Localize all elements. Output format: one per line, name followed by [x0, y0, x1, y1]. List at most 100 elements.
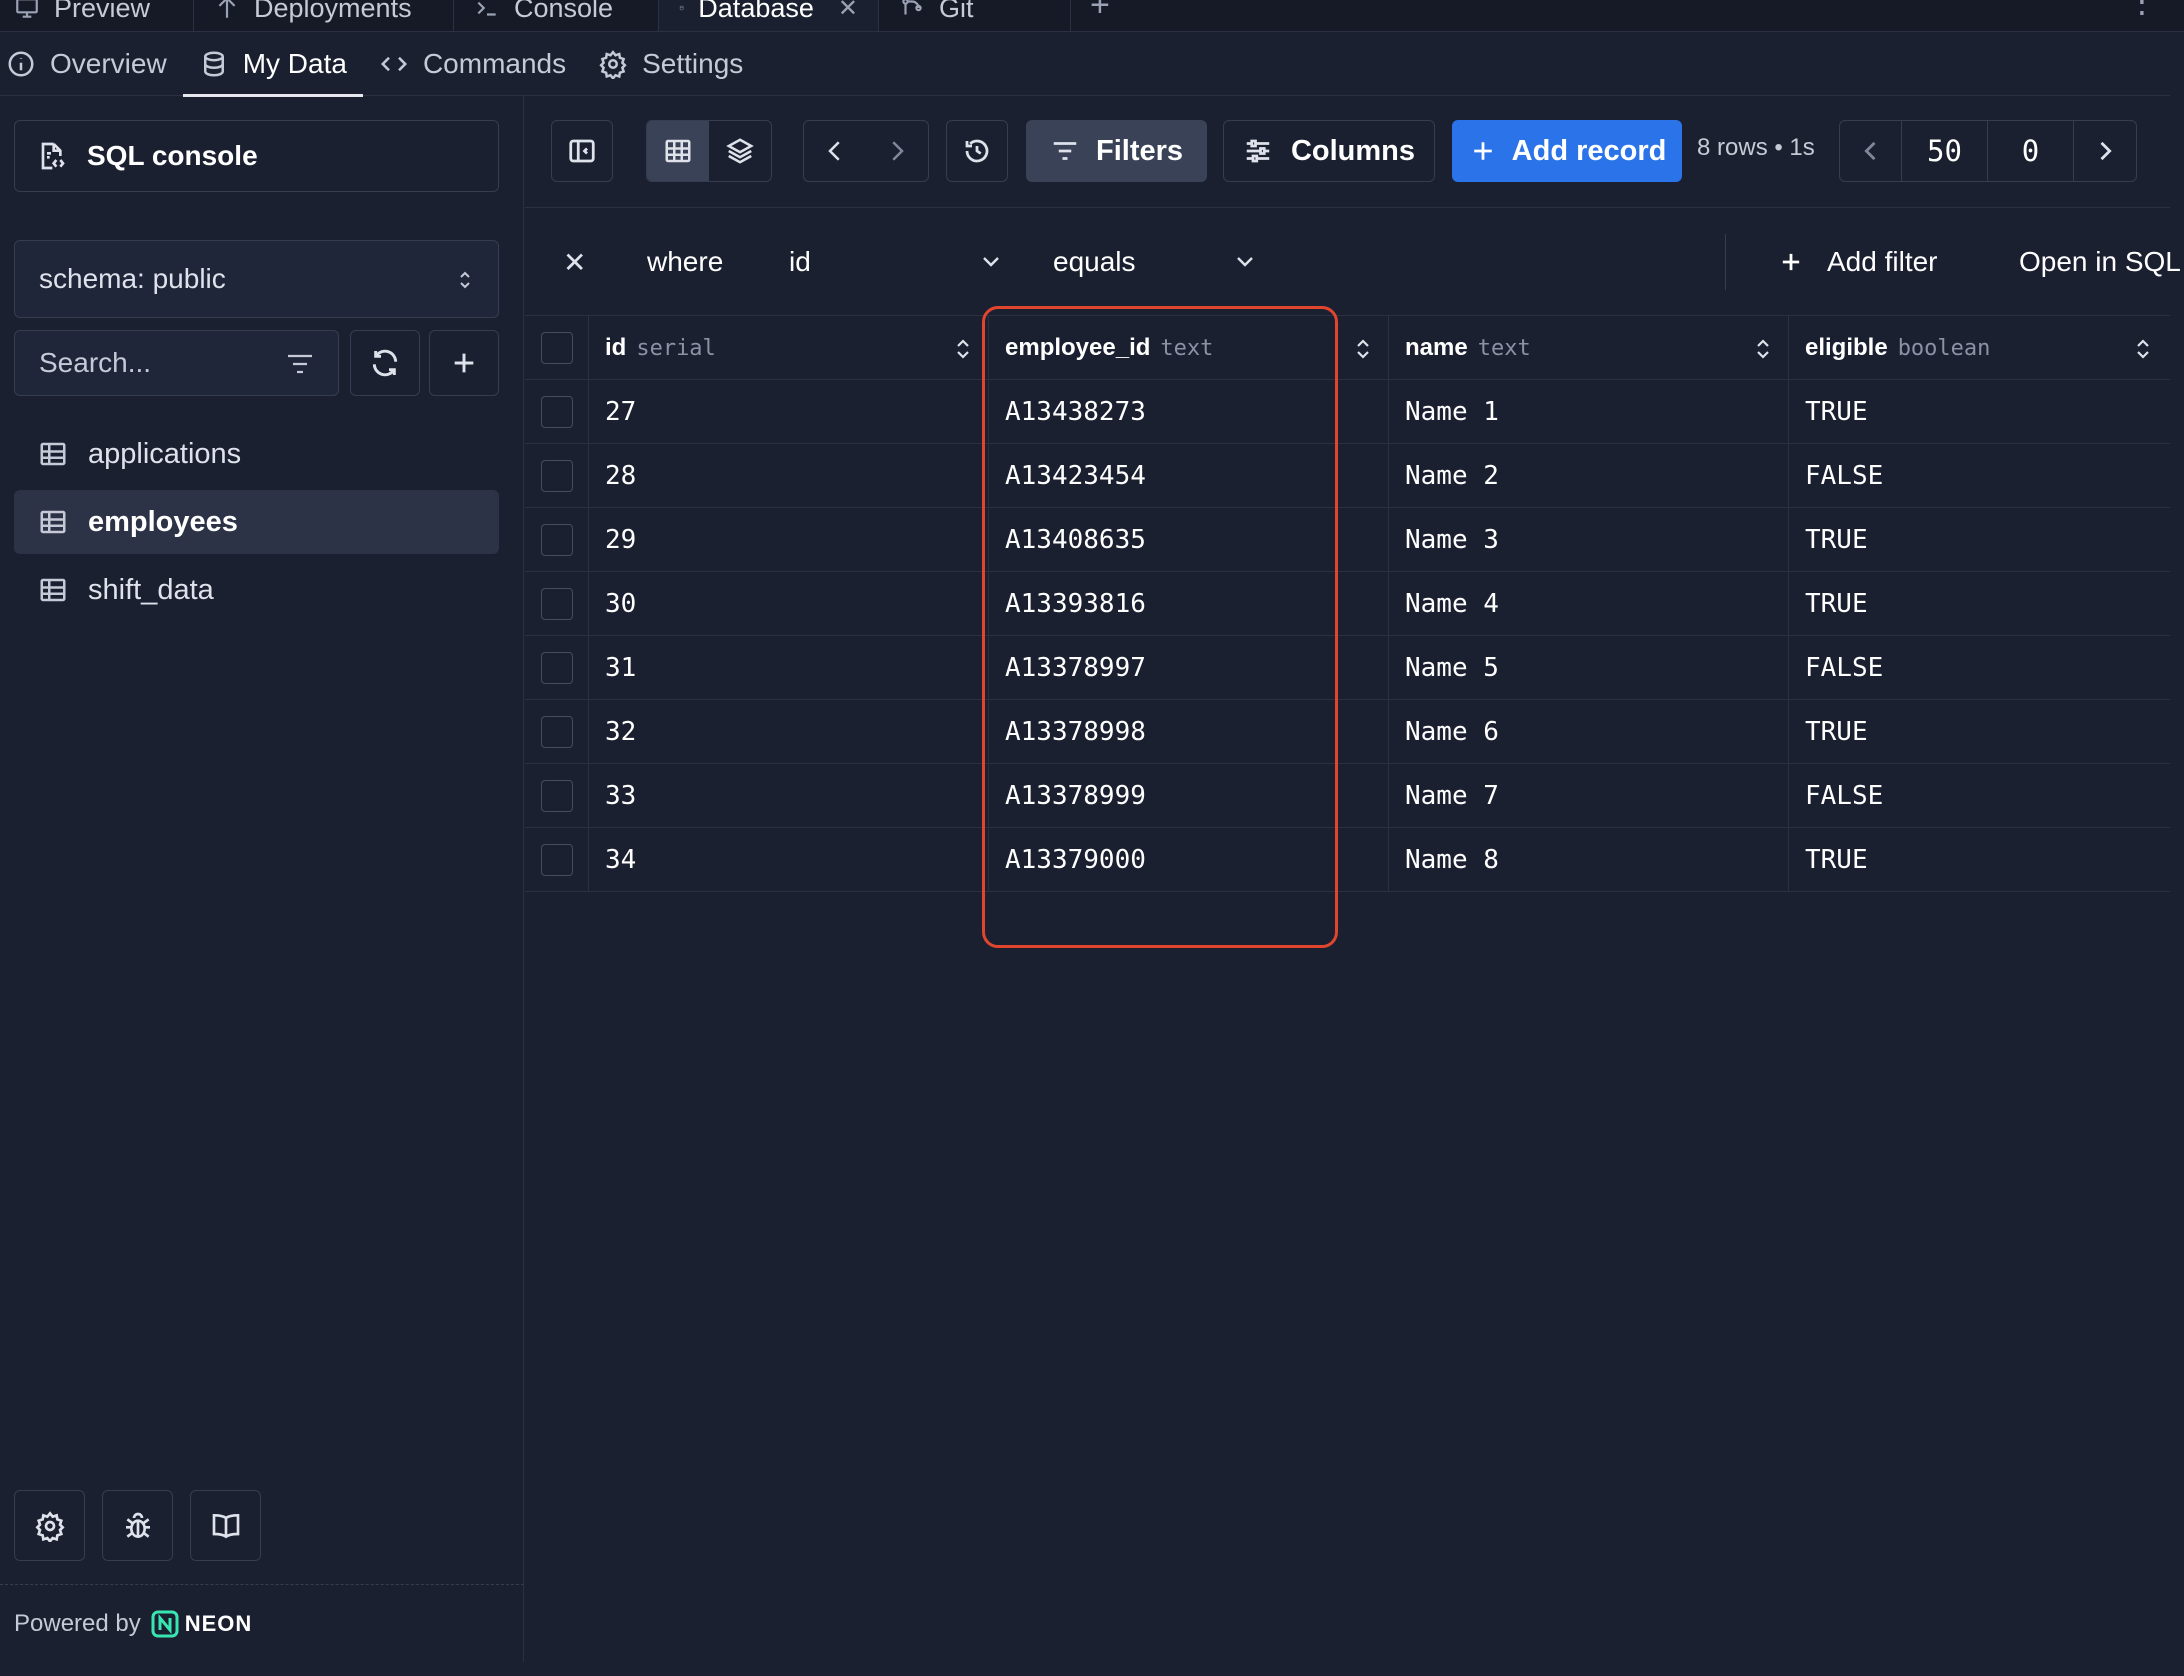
more-menu-icon[interactable]: ⋮	[2126, 0, 2158, 20]
sort-icon[interactable]	[1752, 336, 1774, 362]
table-row[interactable]: 28 A13423454 Name 2 FALSE	[525, 444, 2170, 508]
filter-operator-select[interactable]: equals	[1053, 246, 1263, 278]
row-checkbox[interactable]	[541, 460, 573, 492]
cell-id[interactable]: 27	[589, 380, 989, 444]
row-checkbox[interactable]	[541, 716, 573, 748]
cell-eligible[interactable]: TRUE	[1789, 572, 2184, 636]
back-button[interactable]	[804, 121, 866, 181]
settings-button[interactable]	[14, 1490, 85, 1561]
table-row[interactable]: 33 A13378999 Name 7 FALSE	[525, 764, 2170, 828]
cell-id[interactable]: 33	[589, 764, 989, 828]
table-item-shift-data[interactable]: shift_data	[14, 558, 499, 622]
prev-page-button[interactable]	[1840, 121, 1902, 181]
sort-icon[interactable]	[1352, 336, 1374, 362]
close-icon[interactable]: ✕	[838, 0, 858, 23]
cell-employee-id[interactable]: A13378998	[989, 700, 1389, 764]
row-checkbox[interactable]	[541, 652, 573, 684]
table-row[interactable]: 30 A13393816 Name 4 TRUE	[525, 572, 2170, 636]
history-button[interactable]	[946, 120, 1008, 182]
open-in-sql-button[interactable]: Open in SQL	[2019, 246, 2181, 278]
row-checkbox[interactable]	[541, 844, 573, 876]
tab-database[interactable]: Database ✕	[659, 0, 879, 31]
toggle-sidebar-button[interactable]	[551, 120, 613, 182]
cell-employee-id[interactable]: A13423454	[989, 444, 1389, 508]
cell-name[interactable]: Name 6	[1389, 700, 1789, 764]
sort-icon[interactable]	[952, 336, 974, 362]
grid-view-button[interactable]	[647, 121, 709, 181]
docs-button[interactable]	[190, 1490, 261, 1561]
add-filter-button[interactable]: Add filter	[1777, 246, 1938, 278]
cell-name[interactable]: Name 8	[1389, 828, 1789, 892]
cell-eligible[interactable]: TRUE	[1789, 828, 2184, 892]
add-record-button[interactable]: Add record	[1452, 120, 1682, 182]
cell-name[interactable]: Name 7	[1389, 764, 1789, 828]
schema-select[interactable]: schema: public	[14, 240, 499, 318]
layers-view-button[interactable]	[709, 121, 771, 181]
cell-employee-id[interactable]: A13408635	[989, 508, 1389, 572]
cell-eligible[interactable]: FALSE	[1789, 444, 2184, 508]
add-table-button[interactable]	[429, 330, 499, 396]
tab-console[interactable]: Console	[454, 0, 659, 31]
filters-button[interactable]: Filters	[1026, 120, 1207, 182]
cell-name[interactable]: Name 2	[1389, 444, 1789, 508]
add-filter-label: Add filter	[1827, 246, 1938, 277]
cell-id[interactable]: 29	[589, 508, 989, 572]
column-header-name[interactable]: name text	[1389, 316, 1789, 380]
cell-employee-id[interactable]: A13379000	[989, 828, 1389, 892]
filter-field-select[interactable]: id	[789, 246, 999, 278]
subnav-overview[interactable]: Overview	[0, 32, 183, 96]
cell-id[interactable]: 34	[589, 828, 989, 892]
forward-button[interactable]	[866, 121, 928, 181]
cell-employee-id[interactable]: A13438273	[989, 380, 1389, 444]
cell-employee-id[interactable]: A13378997	[989, 636, 1389, 700]
row-checkbox[interactable]	[541, 396, 573, 428]
cell-name[interactable]: Name 3	[1389, 508, 1789, 572]
table-row[interactable]: 29 A13408635 Name 3 TRUE	[525, 508, 2170, 572]
cell-name[interactable]: Name 4	[1389, 572, 1789, 636]
cell-name[interactable]: Name 5	[1389, 636, 1789, 700]
subnav-my-data[interactable]: My Data	[182, 32, 364, 97]
table-row[interactable]: 32 A13378998 Name 6 TRUE	[525, 700, 2170, 764]
remove-filter-icon[interactable]: ✕	[563, 246, 586, 279]
cell-eligible[interactable]: TRUE	[1789, 508, 2184, 572]
cell-employee-id[interactable]: A13378999	[989, 764, 1389, 828]
cell-eligible[interactable]: FALSE	[1789, 636, 2184, 700]
page-size-input[interactable]: 50	[1902, 121, 1988, 181]
debug-button[interactable]	[102, 1490, 173, 1561]
table-search-input[interactable]	[15, 347, 265, 379]
offset-input[interactable]: 0	[1988, 121, 2074, 181]
row-checkbox[interactable]	[541, 524, 573, 556]
row-checkbox[interactable]	[541, 588, 573, 620]
refresh-button[interactable]	[350, 330, 420, 396]
subnav-commands[interactable]: Commands	[363, 32, 582, 96]
next-page-button[interactable]	[2074, 121, 2136, 181]
table-row[interactable]: 31 A13378997 Name 5 FALSE	[525, 636, 2170, 700]
new-tab-plus-icon[interactable]: +	[1090, 0, 1110, 25]
table-item-employees[interactable]: employees	[14, 490, 499, 554]
column-header-eligible[interactable]: eligible boolean	[1789, 316, 2184, 380]
table-row[interactable]: 27 A13438273 Name 1 TRUE	[525, 380, 2170, 444]
cell-employee-id[interactable]: A13393816	[989, 572, 1389, 636]
column-header-employee-id[interactable]: employee_id text	[989, 316, 1389, 380]
columns-button[interactable]: Columns	[1223, 120, 1435, 182]
tab-git[interactable]: Git	[879, 0, 1071, 31]
cell-eligible[interactable]: TRUE	[1789, 380, 2184, 444]
cell-id[interactable]: 28	[589, 444, 989, 508]
cell-id[interactable]: 30	[589, 572, 989, 636]
tab-preview[interactable]: Preview	[0, 0, 194, 31]
table-item-applications[interactable]: applications	[14, 422, 499, 486]
tab-deployments[interactable]: Deployments	[194, 0, 454, 31]
select-all-checkbox[interactable]	[541, 332, 573, 364]
subnav-settings[interactable]: Settings	[582, 32, 759, 96]
filter-lines-icon[interactable]	[286, 351, 314, 377]
row-checkbox[interactable]	[541, 780, 573, 812]
sort-icon[interactable]	[2132, 336, 2154, 362]
column-header-id[interactable]: id serial	[589, 316, 989, 380]
table-row[interactable]: 34 A13379000 Name 8 TRUE	[525, 828, 2170, 892]
cell-eligible[interactable]: TRUE	[1789, 700, 2184, 764]
cell-id[interactable]: 31	[589, 636, 989, 700]
cell-eligible[interactable]: FALSE	[1789, 764, 2184, 828]
sql-console-button[interactable]: SQL console	[14, 120, 499, 192]
cell-id[interactable]: 32	[589, 700, 989, 764]
cell-name[interactable]: Name 1	[1389, 380, 1789, 444]
